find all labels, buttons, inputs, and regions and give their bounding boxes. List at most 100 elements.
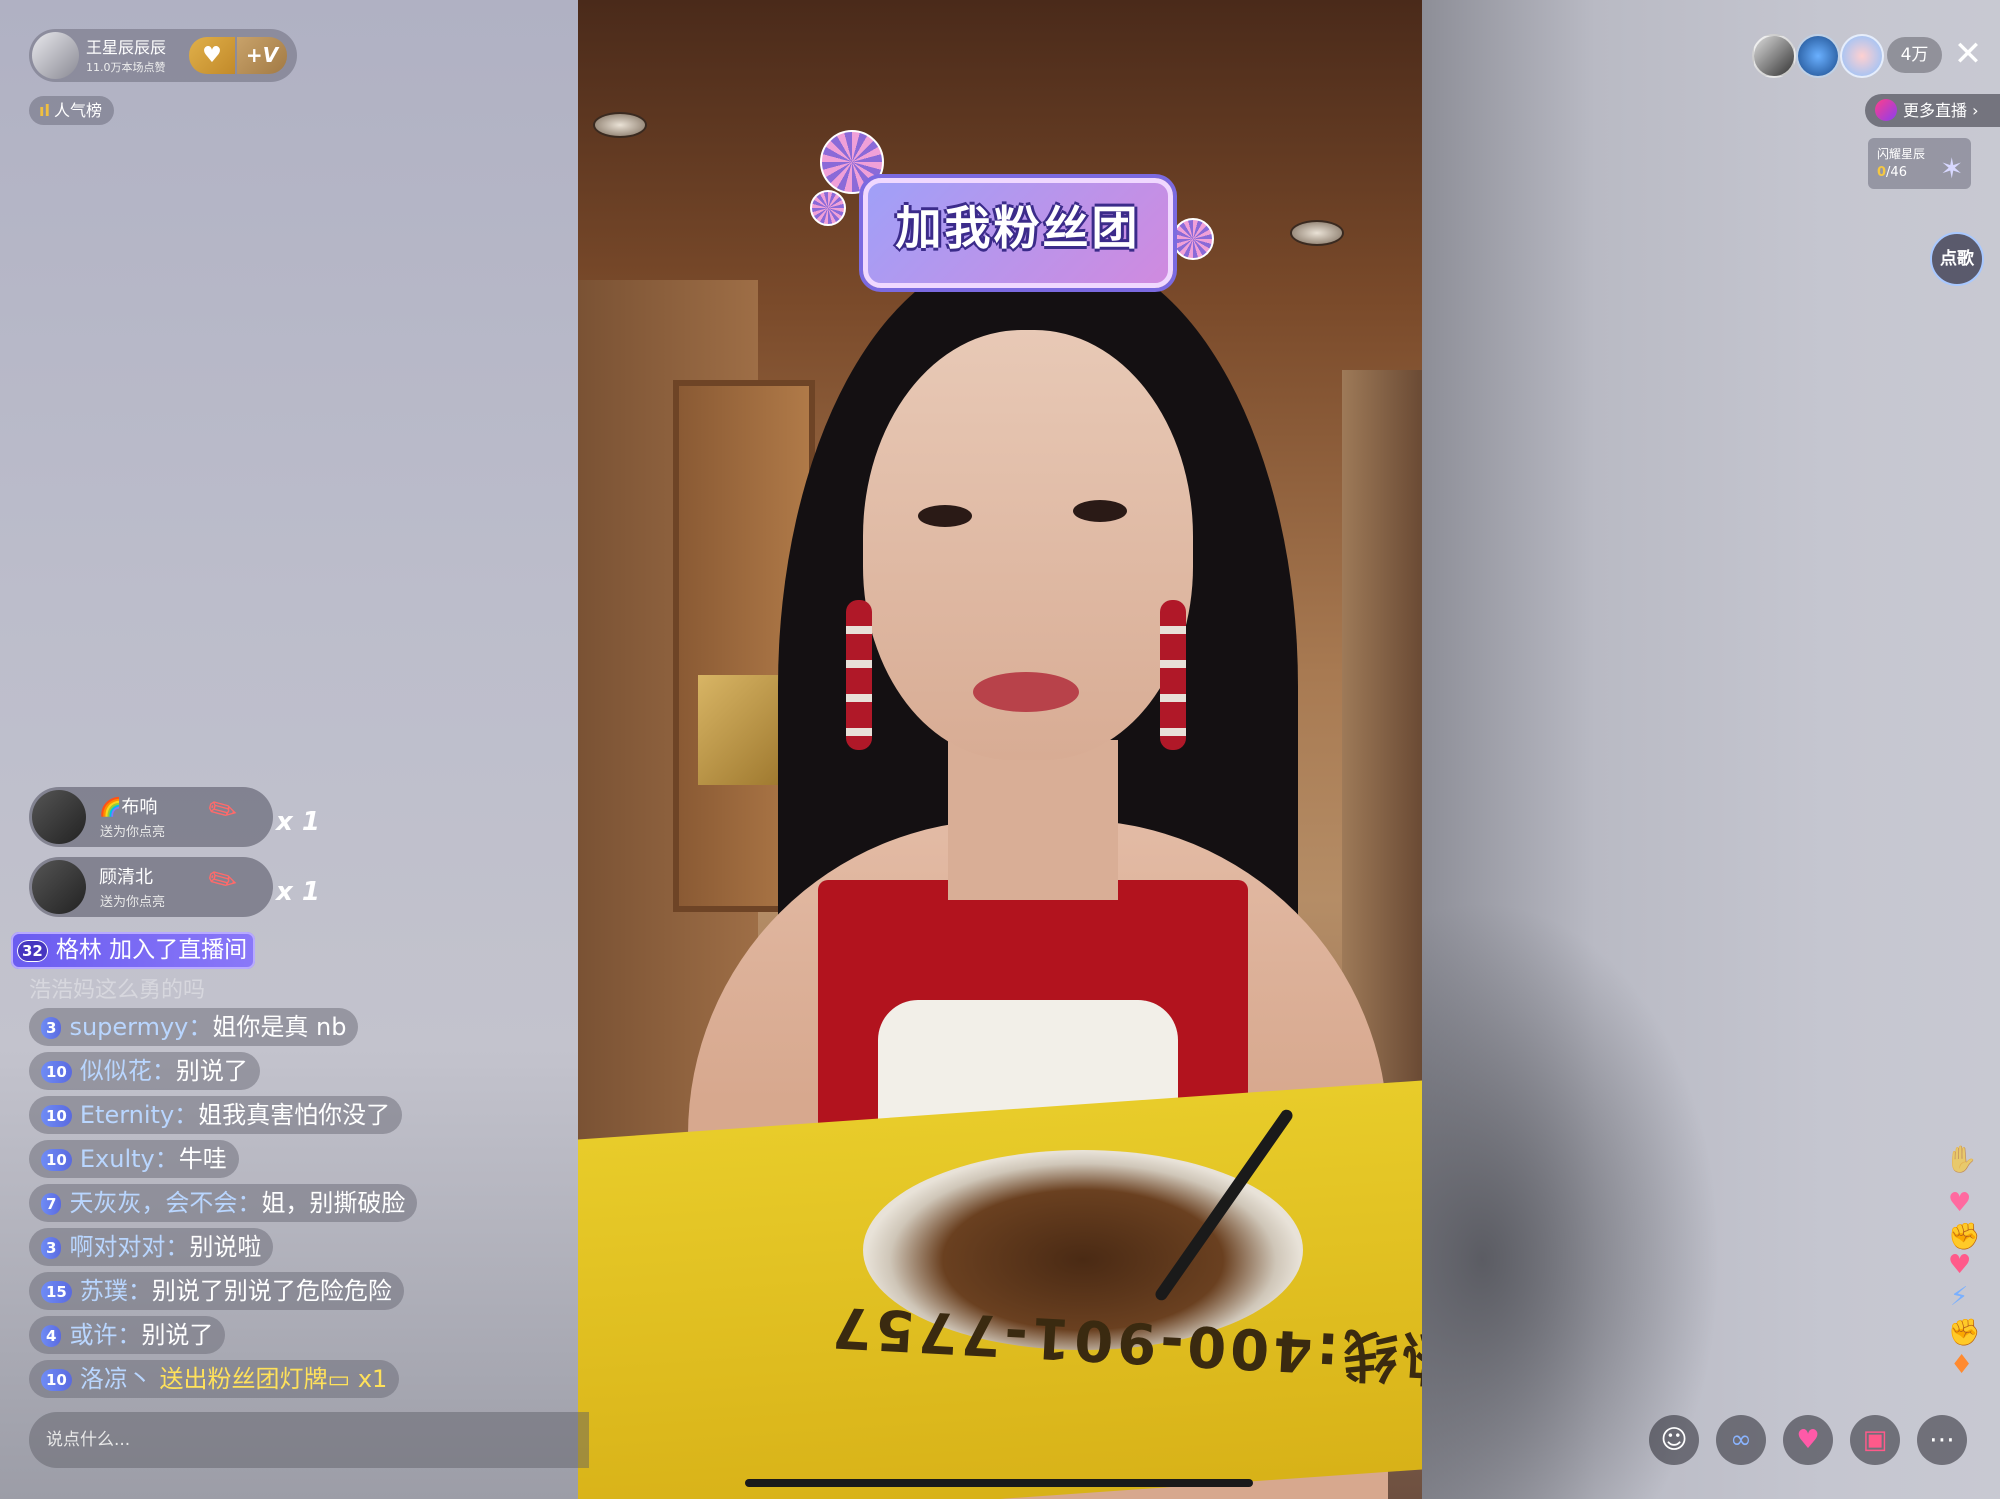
live-video[interactable]: 合作热线:400-901-7757 加我粉丝团 (578, 0, 1422, 1499)
follow-heart-button[interactable]: ♥ (189, 37, 235, 74)
gift-banner[interactable]: 🌈布响 送为你点亮 ✎ (29, 787, 273, 847)
viewer-count[interactable]: 4万 (1887, 37, 1942, 73)
level-badge: 7 (41, 1193, 62, 1215)
gift-sender-name: 顾清北 (99, 867, 153, 888)
thumb-icon: ✊ (1948, 1222, 1981, 1252)
eye (918, 505, 972, 527)
streamer-card[interactable]: 王星辰辰辰 11.0万本场点赞 ♥ +V (29, 29, 297, 82)
chat-username[interactable]: 苏璞： (80, 1277, 152, 1305)
level-badge: 10 (41, 1369, 72, 1391)
chat-username[interactable]: 啊对对对： (69, 1233, 189, 1261)
heart-icon[interactable]: ♥ (1783, 1415, 1833, 1465)
earring (846, 600, 872, 750)
ceiling-light (1290, 220, 1344, 246)
chat-username[interactable]: Eternity： (80, 1101, 198, 1129)
wall-right (1342, 370, 1422, 1090)
chat-message[interactable]: 10 Exulty：牛哇 (29, 1140, 239, 1178)
viewer-avatar[interactable] (1752, 34, 1796, 78)
lips (973, 672, 1079, 712)
more-icon[interactable]: ⋯ (1917, 1415, 1967, 1465)
fan-club-banner[interactable]: 加我粉丝团 (863, 178, 1173, 288)
chat-message[interactable]: 15 苏璞：别说了别说了危险危险 (29, 1272, 404, 1310)
fan-level-badge: 32 (17, 939, 48, 962)
faded-comment: 浩浩妈这么勇的吗 (29, 978, 206, 1002)
gift-multiplier: x 1 (276, 877, 320, 907)
star-task-title: 闪耀星辰 (1877, 147, 1926, 161)
right-blur-background (1422, 0, 2000, 1499)
link-icon[interactable]: ∞ (1716, 1415, 1766, 1465)
chat-username[interactable]: supermyy： (69, 1013, 212, 1041)
streamer-avatar[interactable] (32, 32, 79, 79)
disco-ball-icon (810, 190, 846, 226)
comment-input[interactable]: 说点什么... (29, 1412, 589, 1468)
chat-message[interactable]: 10 Eternity：姐我真害怕你没了 (29, 1096, 403, 1134)
chat-text: 牛哇 (178, 1145, 227, 1173)
chat-text: 别说了别说了危险危险 (151, 1277, 392, 1305)
ceiling-light (593, 112, 647, 138)
fan-light-icon: ▭ (327, 1365, 351, 1393)
gift-text: 送出粉丝团灯牌 (159, 1365, 328, 1393)
more-live-label: 更多直播 (1903, 101, 1968, 120)
chat-username[interactable]: 似似花： (80, 1057, 176, 1085)
viewer-avatar[interactable] (1796, 34, 1840, 78)
song-request-button[interactable]: 点歌 (1930, 232, 1984, 286)
glow-stick-icon: ✎ (200, 786, 246, 836)
close-icon[interactable]: ✕ (1948, 34, 1988, 74)
glow-stick-icon: ✎ (200, 856, 246, 906)
popularity-rank-button[interactable]: ıl 人气榜 (29, 96, 114, 125)
bar-chart-icon: ıl (39, 101, 50, 120)
join-notice-text: 格林 加入了直播间 (55, 937, 248, 963)
chat-username[interactable]: 或许： (69, 1321, 141, 1349)
disco-ball-icon (1172, 218, 1214, 260)
gift-subtitle: 送为你点亮 (100, 825, 166, 840)
more-live-button[interactable]: 更多直播 › (1865, 94, 2000, 127)
heart-icon: ♥ (1948, 1250, 1972, 1280)
level-badge: 3 (41, 1237, 62, 1259)
chat-message[interactable]: 4 或许：别说了 (29, 1316, 226, 1354)
level-badge: 10 (41, 1061, 72, 1083)
chat-message[interactable]: 10 似似花：别说了 (29, 1052, 260, 1090)
chat-text: 姐我真害怕你没了 (198, 1101, 391, 1129)
home-indicator (745, 1479, 1253, 1487)
heart-icon: ♥ (1948, 1188, 1972, 1218)
star-task-current: 0 (1877, 165, 1887, 180)
chat-text: 姐，别撕破脸 (261, 1189, 406, 1217)
level-badge: 4 (41, 1325, 62, 1347)
add-v-button[interactable]: +V (237, 37, 287, 74)
chat-username[interactable]: 天灰灰，会不会： (69, 1189, 261, 1217)
gift-sender-name: 🌈布响 (99, 797, 158, 818)
hand-icon: ✋ (1945, 1145, 1978, 1175)
star-task-total: /46 (1886, 165, 1907, 180)
flame-icon: ♦ (1950, 1350, 1974, 1380)
join-notice: 32 格林 加入了直播间 (11, 932, 256, 969)
chat-gift-message[interactable]: 10 洛凉丶 送出粉丝团灯牌▭ x1 (29, 1360, 400, 1398)
lightning-icon: ⚡ (1950, 1282, 1969, 1312)
emoji-icon[interactable]: ☺ (1649, 1415, 1699, 1465)
chat-text: 别说了 (175, 1057, 248, 1085)
level-badge: 10 (41, 1149, 72, 1171)
chat-message[interactable]: 3 supermyy：姐你是真 nb (29, 1008, 359, 1046)
gift-multiplier: x 1 (276, 807, 320, 837)
fan-club-banner-label: 加我粉丝团 (895, 201, 1141, 255)
chat-message[interactable]: 7 天灰灰，会不会：姐，别撕破脸 (29, 1184, 418, 1222)
heart-icon: ♥ (202, 43, 222, 68)
gift-sender-avatar (32, 860, 86, 914)
chat-username[interactable]: Exulty： (80, 1145, 179, 1173)
thumb-icon: ✊ (1948, 1318, 1981, 1348)
chat-username[interactable]: 洛凉丶 (80, 1365, 152, 1393)
chat-message[interactable]: 3 啊对对对：别说啦 (29, 1228, 274, 1266)
gold-panel (698, 675, 778, 785)
eye (1073, 500, 1127, 522)
chat-text: 姐你是真 nb (212, 1013, 347, 1041)
level-badge: 10 (41, 1105, 72, 1127)
gift-subtitle: 送为你点亮 (100, 895, 166, 910)
gift-icon[interactable]: ▣ (1850, 1415, 1900, 1465)
chat-text: 别说了 (141, 1321, 214, 1349)
shining-star-task[interactable]: 闪耀星辰 0/46 ✶ (1868, 138, 1971, 189)
star-task-progress: 0/46 (1877, 165, 1907, 180)
gift-banner[interactable]: 顾清北 送为你点亮 ✎ (29, 857, 273, 917)
viewer-avatar[interactable] (1840, 34, 1884, 78)
streamer-likes: 11.0万本场点赞 (86, 61, 166, 74)
chat-text: 别说啦 (189, 1233, 262, 1261)
star-icon: ✶ (1940, 152, 1964, 185)
